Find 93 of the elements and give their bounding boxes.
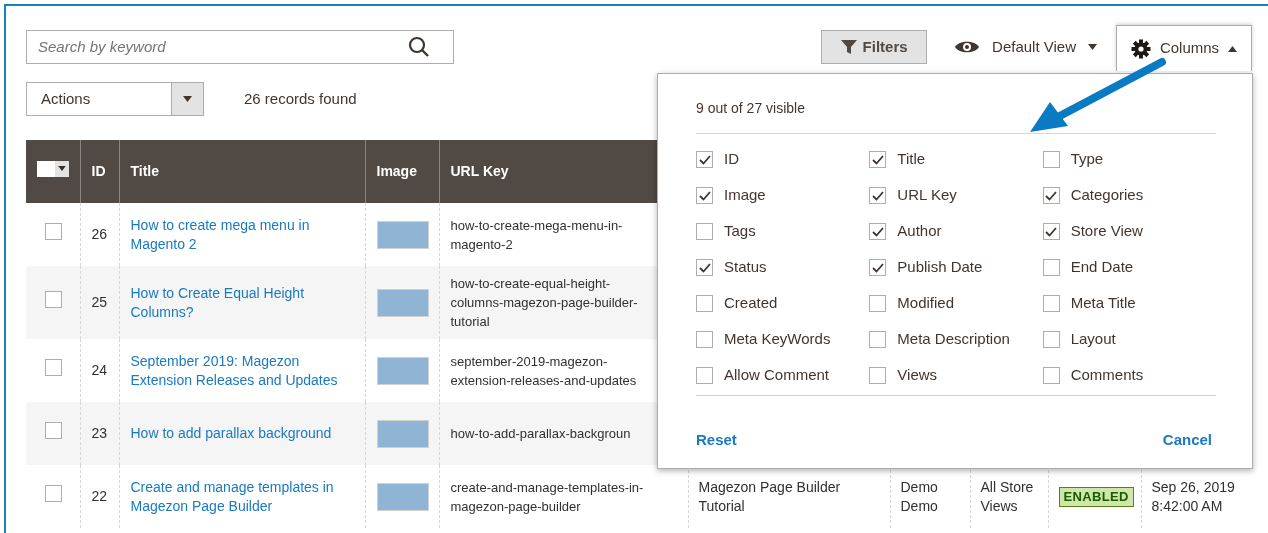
column-option-label: ID — [724, 149, 739, 170]
search-icon[interactable] — [408, 36, 430, 58]
filters-button[interactable]: Filters — [821, 30, 928, 64]
gear-icon — [1130, 38, 1151, 59]
column-option-label: Meta Title — [1070, 293, 1136, 314]
title-link[interactable]: How to add parallax background — [130, 424, 354, 443]
table-cell-text: how-to-create-mega-menu-in-magento-2 — [450, 216, 624, 254]
title-link[interactable]: Create and manage templates in Magezon Page Builder — [130, 477, 354, 516]
column-checkbox[interactable] — [696, 223, 713, 240]
table-cell-text: create-and-manage-templates-in-magezon-page-builder — [450, 478, 645, 516]
table-cell: 24 — [91, 362, 108, 378]
table-cell: 22 — [91, 488, 108, 504]
cancel-button[interactable]: Cancel — [1162, 429, 1212, 452]
column-checkbox[interactable] — [696, 187, 713, 204]
column-checkbox[interactable] — [696, 151, 713, 168]
table-cell-text: Magezon Page Builder Tutorial — [698, 477, 842, 516]
photo-placeholder — [376, 288, 429, 317]
column-checkbox[interactable] — [869, 367, 887, 384]
title-link[interactable]: How to Create Equal Height Columns? — [130, 283, 354, 322]
column-checkbox[interactable] — [869, 223, 887, 240]
view-switcher[interactable]: Default View — [954, 30, 1097, 64]
table-cell-text: All Store Views — [980, 477, 1035, 516]
column-checkbox[interactable] — [869, 259, 887, 276]
photo-placeholder — [376, 482, 429, 511]
row-checkbox[interactable] — [45, 359, 62, 376]
column-header[interactable]: Title — [130, 163, 160, 179]
column-option-label: Status — [724, 257, 767, 278]
column-option-label: Title — [897, 149, 926, 170]
column-option-label: Type — [1070, 149, 1104, 170]
actions-dropdown[interactable]: Actions — [26, 82, 204, 116]
column-checkbox[interactable] — [1042, 223, 1060, 240]
column-option-label: Layout — [1070, 329, 1116, 350]
eye-icon — [954, 39, 981, 55]
column-checkbox[interactable] — [1042, 259, 1060, 276]
title-link[interactable]: How to create mega menu in Magento 2 — [130, 215, 354, 254]
table-cell-text: how-to-add-parallax-backgroun — [450, 425, 632, 443]
caret-down-icon — [58, 166, 66, 171]
table-cell-text: september-2019-magezon-extension-releases-and-updates — [450, 352, 638, 390]
visible-count: 9 out of 27 visible — [696, 99, 806, 118]
column-option-label: URL Key — [897, 185, 957, 206]
column-checkbox[interactable] — [869, 151, 887, 168]
column-option-label: Modified — [897, 293, 955, 314]
search-field[interactable]: Search by keyword — [26, 30, 454, 64]
column-option-label: Comments — [1070, 365, 1144, 386]
funnel-icon — [840, 39, 857, 55]
caret-down-icon — [183, 96, 192, 102]
column-option-label: Allow Comment — [724, 365, 830, 386]
column-checkbox[interactable] — [1042, 331, 1060, 348]
table-cell-text: Sep 26, 2019 8:42:00 AM — [1151, 477, 1236, 516]
column-option-label: Store View — [1070, 221, 1143, 242]
photo-placeholder — [376, 356, 429, 385]
table-cell-text: how-to-create-equal-height-columns-magezon-page-builder-tutorial — [450, 275, 639, 331]
columns-button[interactable]: Columns — [1116, 25, 1252, 71]
table-cell-text: Demo Demo — [900, 477, 939, 516]
caret-down-icon — [1088, 44, 1097, 50]
column-option-label: Views — [897, 365, 938, 386]
column-checkbox[interactable] — [1042, 295, 1060, 312]
records-count: 26 records found — [244, 88, 357, 109]
column-checkbox[interactable] — [696, 331, 713, 348]
column-option-label: Image — [724, 185, 766, 206]
caret-up-icon — [1228, 45, 1238, 52]
column-checkbox[interactable] — [869, 187, 887, 204]
column-option-label: End Date — [1070, 257, 1134, 278]
column-checkbox[interactable] — [696, 295, 713, 312]
column-checkbox[interactable] — [1042, 187, 1060, 204]
column-checkbox[interactable] — [869, 295, 887, 312]
row-checkbox[interactable] — [45, 291, 62, 308]
column-option-label: Author — [897, 221, 942, 242]
row-checkbox[interactable] — [45, 485, 62, 502]
photo-placeholder — [376, 419, 429, 448]
column-option-label: Publish Date — [897, 257, 983, 278]
reset-button[interactable]: Reset — [696, 429, 737, 452]
row-checkbox[interactable] — [45, 422, 62, 439]
column-checkbox[interactable] — [869, 331, 887, 348]
column-option-label: Meta KeyWords — [724, 329, 831, 350]
table-cell: 23 — [91, 425, 108, 441]
table-cell: 25 — [91, 294, 108, 310]
column-checkbox[interactable] — [696, 259, 713, 276]
table-cell: 26 — [91, 226, 108, 242]
status-badge: ENABLED — [1058, 486, 1134, 507]
row-checkbox[interactable] — [45, 223, 62, 240]
column-header[interactable]: ID — [91, 163, 106, 179]
column-option-label: Categories — [1070, 185, 1144, 206]
column-header[interactable]: URL Key — [450, 163, 509, 179]
title-link[interactable]: September 2019: Magezon Extension Releases and Updates — [130, 351, 354, 390]
photo-placeholder — [376, 220, 429, 249]
column-checkbox[interactable] — [1042, 151, 1060, 168]
column-header[interactable]: Image — [376, 163, 417, 179]
column-checkbox[interactable] — [696, 367, 713, 384]
column-option-label: Created — [724, 293, 778, 314]
column-option-label: Meta Description — [897, 329, 1010, 350]
column-option-label: Tags — [724, 221, 756, 242]
column-checkbox[interactable] — [1042, 367, 1060, 384]
